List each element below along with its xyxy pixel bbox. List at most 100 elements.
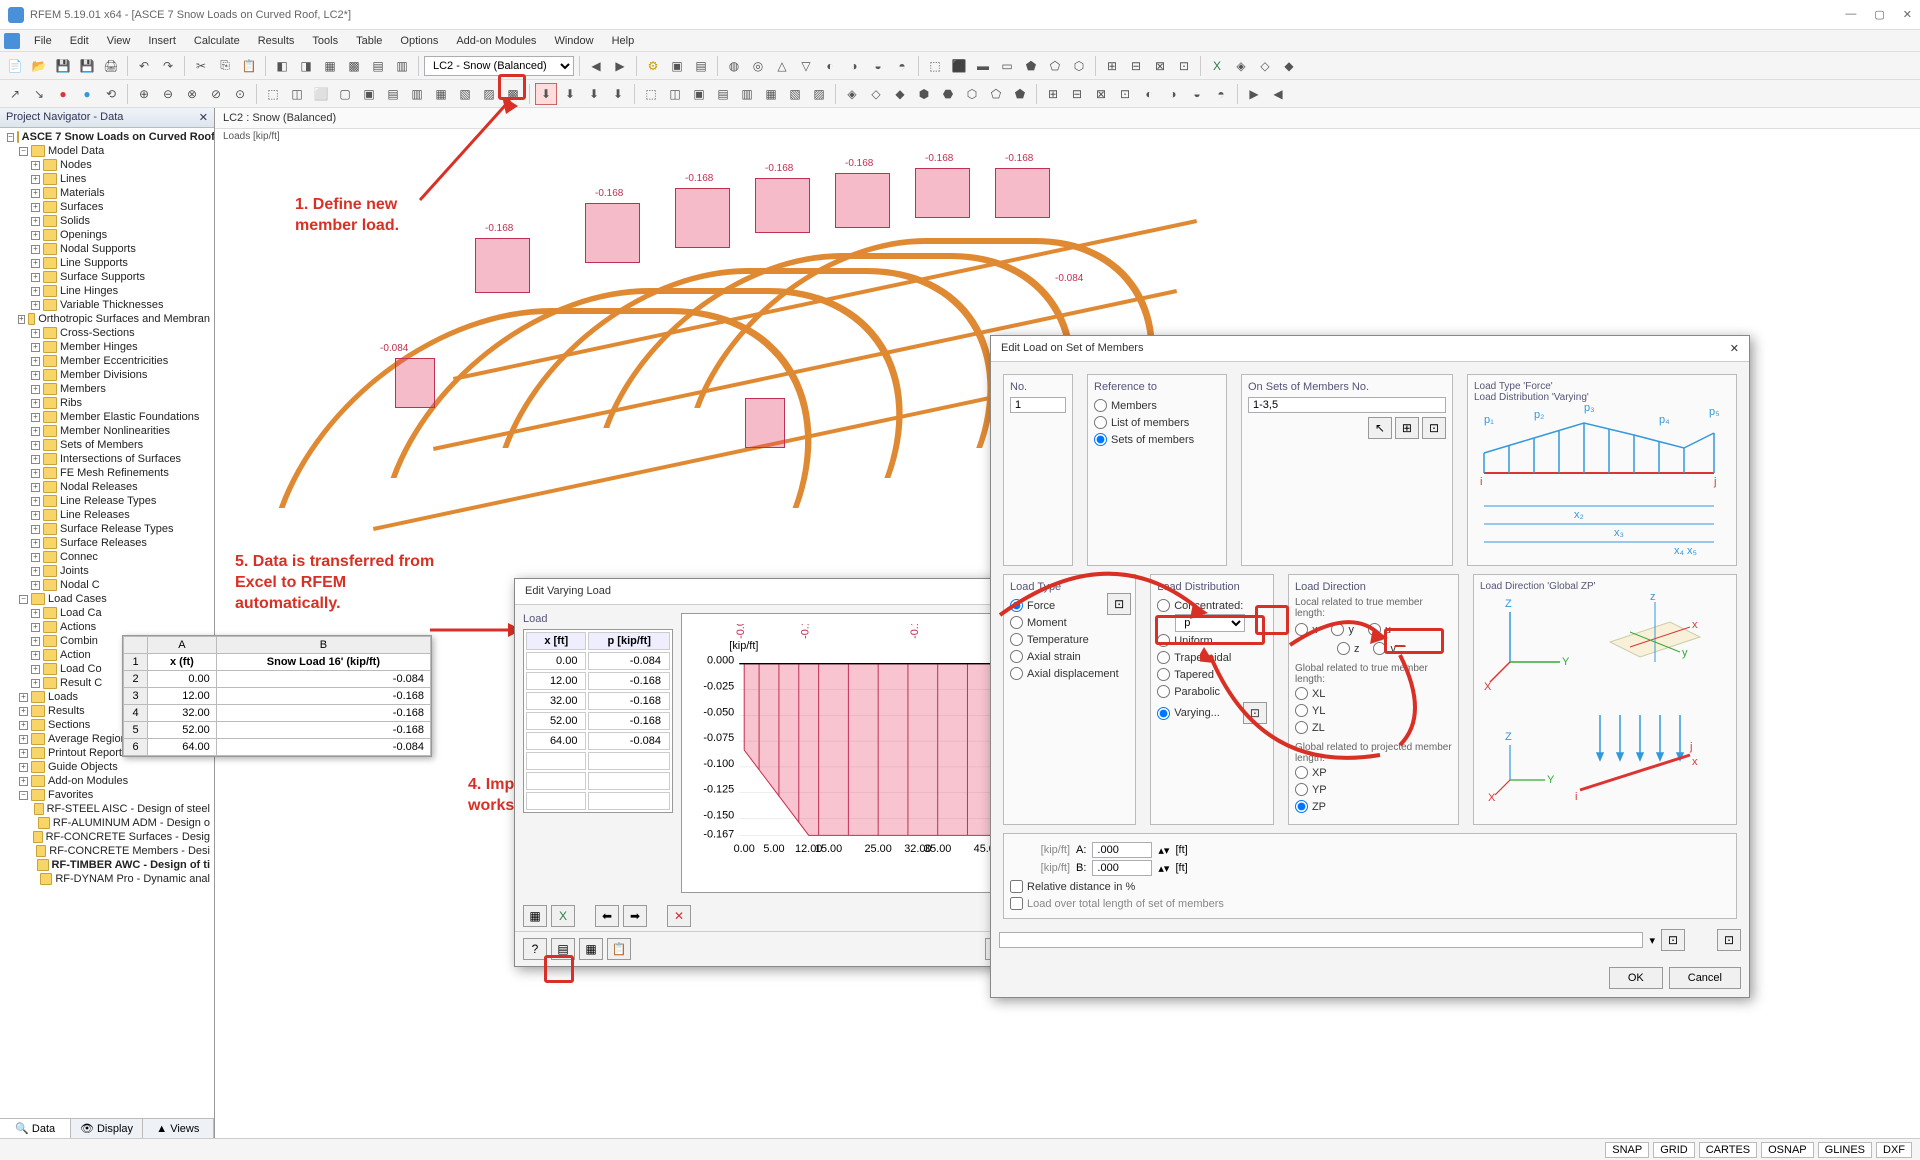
lt-force[interactable] [1010,599,1023,612]
tree-item[interactable]: +Surface Supports [2,270,212,284]
status-grid[interactable]: GRID [1653,1142,1695,1158]
tree-item[interactable]: +Nodal C [2,578,212,592]
tb-r5[interactable]: △ [771,55,793,77]
minimize-button[interactable]: — [1845,8,1856,21]
ref-sets[interactable] [1094,433,1107,446]
tree-item[interactable]: +Openings [2,228,212,242]
tb2-29[interactable]: ▥ [736,83,758,105]
sets-field[interactable] [1248,397,1446,413]
tb2-41[interactable]: ⊞ [1042,83,1064,105]
tb-u1[interactable]: ◈ [1230,55,1252,77]
maximize-button[interactable]: ▢ [1874,8,1884,21]
menu-edit[interactable]: Edit [62,33,97,49]
tb2-48[interactable]: ◓ [1210,83,1232,105]
dir-u[interactable] [1368,623,1381,636]
navigator-tree[interactable]: −ASCE 7 Snow Loads on Curved Roof*−Model… [0,128,214,1118]
ref-list[interactable] [1094,416,1107,429]
lt-axial[interactable] [1010,650,1023,663]
app-menu-icon[interactable] [4,33,20,49]
tree-item[interactable]: RF-ALUMINUM ADM - Design o [2,816,212,830]
nav-tab-views[interactable]: ▲Views [143,1119,214,1138]
tree-item[interactable]: +Surface Releases [2,536,212,550]
ld-conc[interactable] [1157,599,1170,612]
tree-item[interactable]: +Line Releases [2,508,212,522]
tree-item[interactable]: +Actions [2,620,212,634]
tb-prev[interactable]: ◀ [585,55,607,77]
tree-item[interactable]: +Member Eccentricities [2,354,212,368]
tb2-24[interactable]: ⬇ [607,83,629,105]
tb2-4[interactable]: ● [76,83,98,105]
ld-p-combo[interactable]: p [1175,614,1245,632]
tb2-38[interactable]: ⬡ [961,83,983,105]
tree-item[interactable]: +Sets of Members [2,438,212,452]
dir-xl[interactable] [1295,687,1308,700]
tb2-21[interactable]: ▩ [502,83,524,105]
tb-s4[interactable]: ▭ [996,55,1018,77]
tree-item[interactable]: +Surfaces [2,200,212,214]
tree-item[interactable]: +FE Mesh Refinements [2,466,212,480]
evl-btn-1[interactable]: ▦ [523,905,547,927]
dir-yp[interactable] [1295,783,1308,796]
tree-item[interactable]: +Line Hinges [2,284,212,298]
evl-b3[interactable]: ▦ [579,938,603,960]
tb-u3[interactable]: ◆ [1278,55,1300,77]
tb2-39[interactable]: ⬠ [985,83,1007,105]
status-osnap[interactable]: OSNAP [1761,1142,1814,1158]
dlg-load-cancel[interactable]: Cancel [1669,967,1741,989]
evl-b2[interactable]: ▤ [551,938,575,960]
tb-t3[interactable]: ⊠ [1149,55,1171,77]
tree-item[interactable]: RF-STEEL AISC - Design of steel [2,802,212,816]
varying-load-table[interactable]: x [ft]p [kip/ft] 0.00-0.084 12.00-0.168 … [523,629,673,813]
ld-par[interactable] [1157,685,1170,698]
tree-item[interactable]: +Line Supports [2,256,212,270]
dlg-load-ok[interactable]: OK [1609,967,1663,989]
loadcase-combo[interactable]: LC2 - Snow (Balanced) [424,56,574,76]
dir-x[interactable] [1295,623,1308,636]
tb-cut[interactable]: ✂ [190,55,212,77]
tree-item[interactable]: +Member Nonlinearities [2,424,212,438]
param-b[interactable] [1092,860,1152,876]
lt-moment[interactable] [1010,616,1023,629]
tb-g4[interactable]: ▩ [343,55,365,77]
tb2-15[interactable]: ▣ [358,83,380,105]
tree-item[interactable]: +Lines [2,172,212,186]
pick-btn-1[interactable]: ↖ [1368,417,1392,439]
tb2-19[interactable]: ▧ [454,83,476,105]
tb-s5[interactable]: ⬟ [1020,55,1042,77]
tb2-45[interactable]: ◐ [1138,83,1160,105]
tb2-37[interactable]: ⬣ [937,83,959,105]
dlg-load-close[interactable]: ✕ [1730,342,1739,355]
load-no-field[interactable] [1010,397,1066,413]
tree-item[interactable]: +Line Release Types [2,494,212,508]
tb-copy[interactable]: ⎘ [214,55,236,77]
tree-item[interactable]: +Member Elastic Foundations [2,410,212,424]
comment-btn[interactable]: ⊡ [1661,929,1685,951]
tb-undo[interactable]: ↶ [133,55,155,77]
tb2-31[interactable]: ▧ [784,83,806,105]
tb-calc[interactable]: ⚙ [642,55,664,77]
tb2-10[interactable]: ⊙ [229,83,251,105]
menu-insert[interactable]: Insert [140,33,184,49]
tb2-22[interactable]: ⬇ [559,83,581,105]
evl-btn-3[interactable]: ⬅ [595,905,619,927]
tb2-30[interactable]: ▦ [760,83,782,105]
tb2-17[interactable]: ▥ [406,83,428,105]
pick-btn-2[interactable]: ⊞ [1395,417,1419,439]
ld-trap[interactable] [1157,651,1170,664]
tree-item[interactable]: +Member Divisions [2,368,212,382]
tb2-12[interactable]: ◫ [286,83,308,105]
tree-item[interactable]: +Connec [2,550,212,564]
ld-vary[interactable] [1157,707,1170,720]
tb-s6[interactable]: ⬠ [1044,55,1066,77]
tb-r4[interactable]: ◎ [747,55,769,77]
tb2-49[interactable]: ▶ [1243,83,1265,105]
tb2-26[interactable]: ◫ [664,83,686,105]
tb2-5[interactable]: ⟲ [100,83,122,105]
tb2-47[interactable]: ◒ [1186,83,1208,105]
evl-btn-del[interactable]: ✕ [667,905,691,927]
rel-dist[interactable] [1010,880,1023,893]
dir-y[interactable] [1331,623,1344,636]
tb-r8[interactable]: ◑ [843,55,865,77]
tree-item[interactable]: +Joints [2,564,212,578]
comment-field[interactable] [999,932,1643,948]
